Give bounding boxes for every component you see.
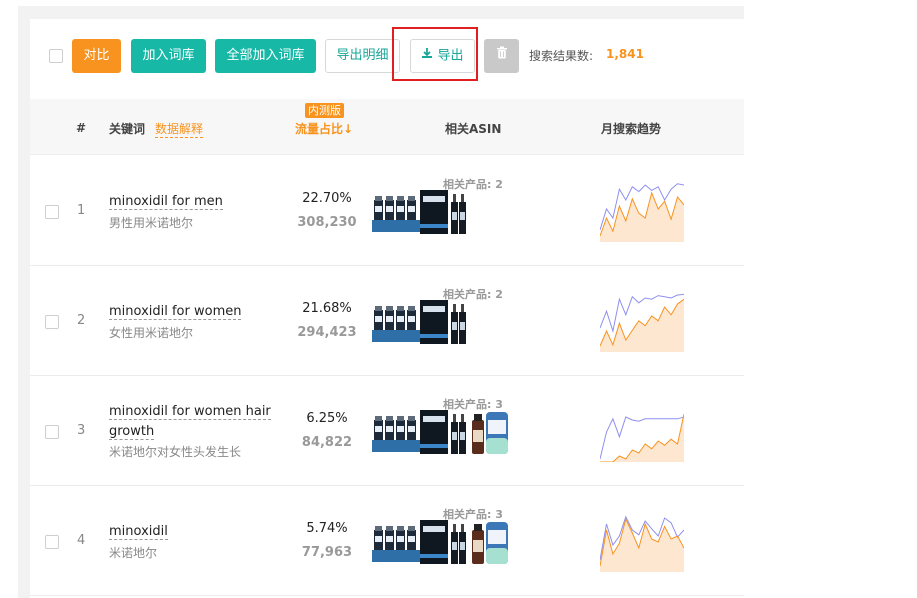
- traffic-share-percent: 5.74%: [306, 521, 348, 536]
- result-count-label: 搜索结果数:: [529, 49, 594, 63]
- search-volume: 294,423: [297, 325, 357, 340]
- add-all-to-library-button[interactable]: 全部加入词库: [215, 39, 316, 73]
- keyword-results-panel: 对比 加入词库 全部加入词库 导出明细 导出 搜索结果数: 1,841 # 关键…: [30, 19, 744, 598]
- row-number: 1: [77, 203, 86, 218]
- monthly-trend-sparkline: [600, 293, 684, 352]
- keyword-english[interactable]: minoxidil for men: [109, 192, 279, 212]
- row-number: 2: [77, 313, 86, 328]
- traffic-share-percent: 21.68%: [302, 301, 352, 316]
- export-highlight-box: [392, 27, 478, 81]
- monthly-trend-sparkline: [600, 515, 684, 572]
- export-detail-button[interactable]: 导出明细: [325, 39, 400, 73]
- toolbar: 对比 加入词库 全部加入词库 导出明细 导出 搜索结果数: 1,841: [30, 19, 744, 99]
- table-row: 2 minoxidil for women 女性用米诺地尔 21.68% 294…: [30, 266, 744, 376]
- search-volume: 77,963: [301, 545, 353, 560]
- product-thumbnails[interactable]: [372, 188, 467, 238]
- keyword-english[interactable]: minoxidil for women: [109, 302, 279, 322]
- delete-button[interactable]: [484, 39, 519, 73]
- traffic-share-percent: 22.70%: [302, 191, 352, 206]
- traffic-share-percent: 6.25%: [306, 411, 348, 426]
- monthly-trend-sparkline: [600, 413, 684, 462]
- col-header-keyword: 关键词: [109, 122, 146, 136]
- row-checkbox[interactable]: [45, 425, 59, 439]
- search-volume: 308,230: [297, 215, 357, 230]
- add-to-library-button[interactable]: 加入词库: [131, 39, 206, 73]
- col-header-traffic-share[interactable]: 流量占比↓: [295, 120, 353, 137]
- table-row: 4 minoxidil 米诺地尔 5.74% 77,963 相关产品: 3: [30, 486, 744, 596]
- row-checkbox[interactable]: [45, 205, 59, 219]
- data-explain-link[interactable]: 数据解释: [155, 120, 204, 138]
- keyword-chinese: 女性用米诺地尔: [109, 326, 194, 340]
- table-row: 3 minoxidil for women hair growth 米诺地尔对女…: [30, 376, 744, 486]
- col-header-monthly-trend: 月搜索趋势: [601, 122, 662, 136]
- product-thumbnails[interactable]: [372, 298, 467, 348]
- result-count-value: 1,841: [606, 47, 644, 61]
- table-row: 1 minoxidil for men 男性用米诺地尔 22.70% 308,2…: [30, 156, 744, 266]
- keyword-english[interactable]: minoxidil: [109, 522, 279, 542]
- trend-area: [600, 414, 684, 462]
- trash-icon: [496, 39, 508, 73]
- keyword-chinese: 米诺地尔对女性头发生长: [109, 445, 242, 459]
- product-thumbnails[interactable]: [372, 408, 512, 458]
- keyword-english[interactable]: minoxidil for women hair growth: [109, 402, 279, 442]
- col-header-num: #: [76, 121, 87, 135]
- search-volume: 84,822: [301, 435, 353, 450]
- row-number: 4: [77, 533, 86, 548]
- row-checkbox[interactable]: [45, 535, 59, 549]
- col-header-related-asin: 相关ASIN: [445, 122, 502, 136]
- keyword-chinese: 米诺地尔: [109, 546, 158, 560]
- select-all-checkbox[interactable]: [49, 49, 63, 63]
- monthly-trend-sparkline: [600, 183, 684, 242]
- keyword-chinese: 男性用米诺地尔: [109, 216, 194, 230]
- beta-badge: 内测版: [305, 103, 344, 118]
- row-checkbox[interactable]: [45, 315, 59, 329]
- row-number: 3: [77, 423, 86, 438]
- compare-button[interactable]: 对比: [72, 39, 121, 73]
- table-header: # 关键词 数据解释 内测版 流量占比↓ 相关ASIN 月搜索趋势: [30, 99, 744, 155]
- product-thumbnails[interactable]: [372, 518, 512, 568]
